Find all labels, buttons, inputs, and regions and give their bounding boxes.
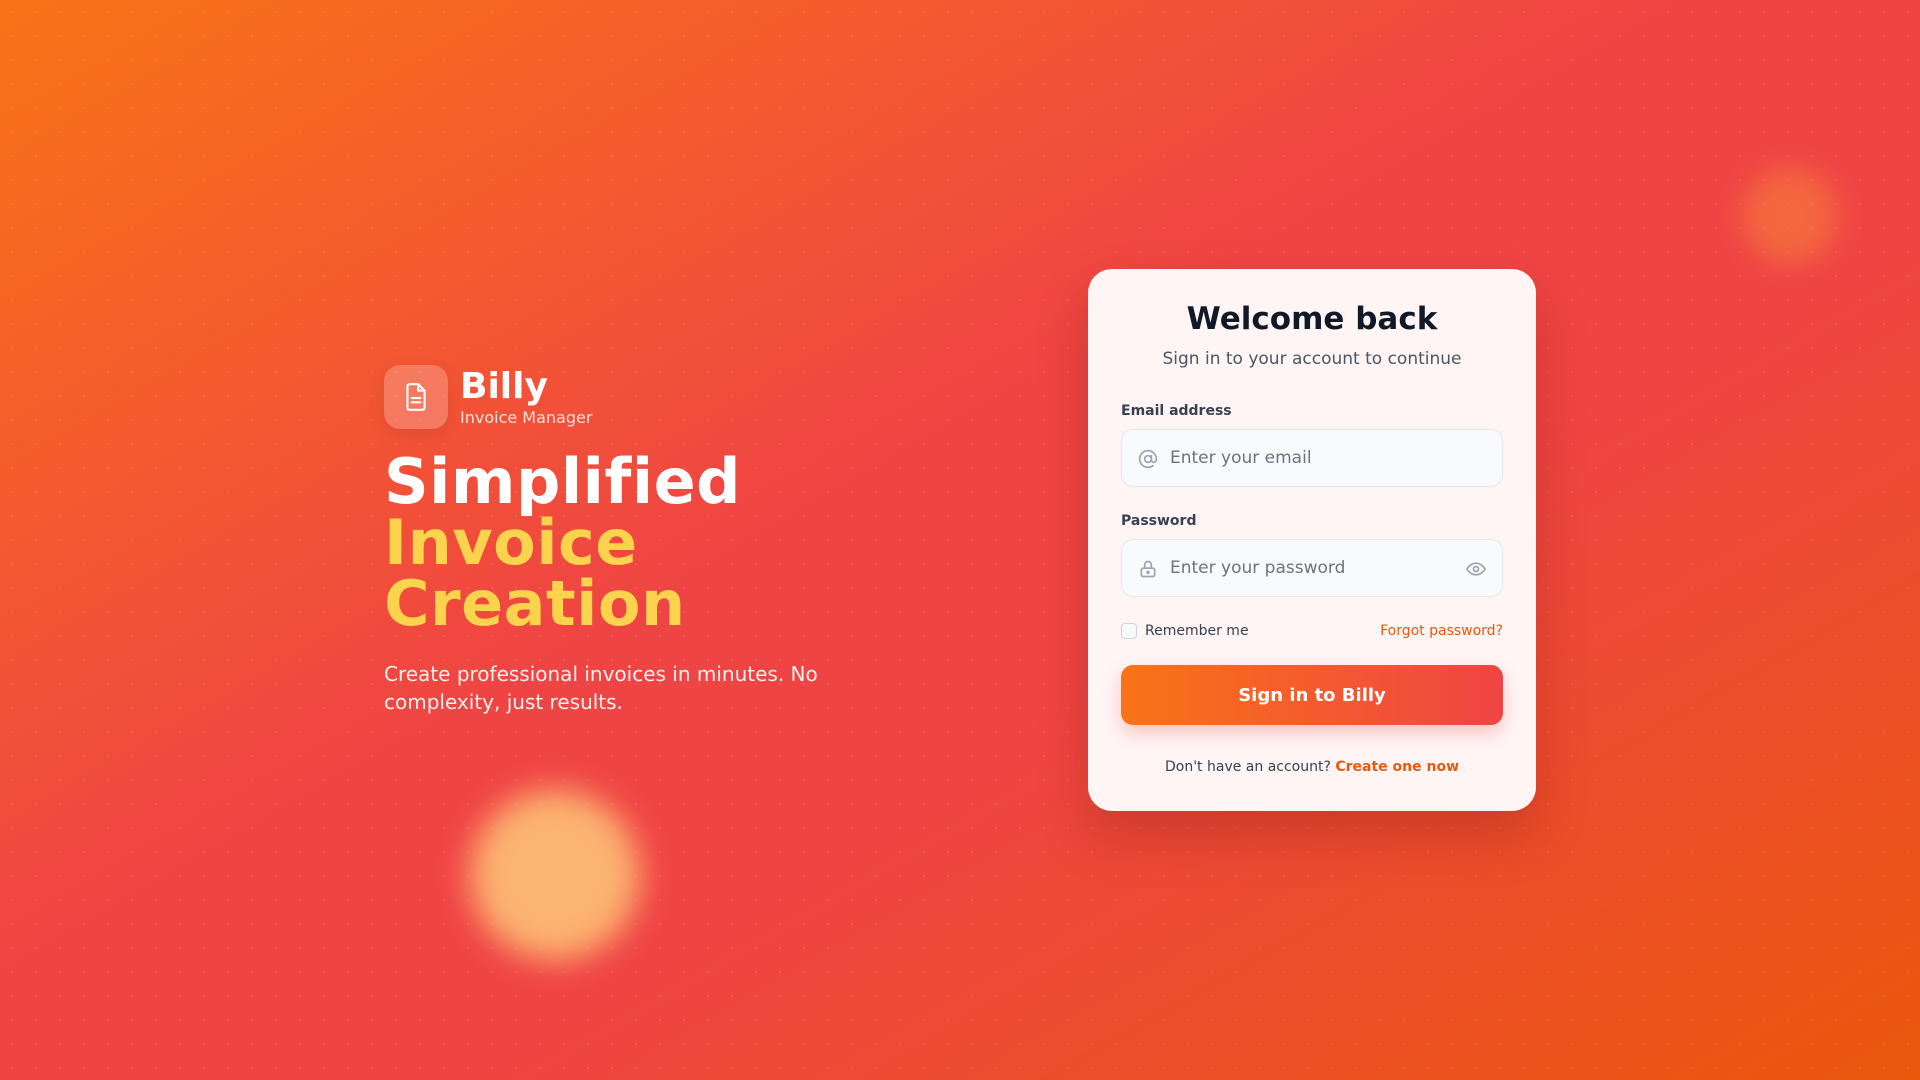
hero-section: Billy Invoice Manager Simplified Invoice… xyxy=(384,365,904,716)
login-card: Welcome back Sign in to your account to … xyxy=(1088,269,1536,811)
headline-line-3: Creation xyxy=(384,567,686,640)
headline-line-1: Simplified xyxy=(384,445,742,518)
login-title: Welcome back xyxy=(1186,301,1438,337)
remember-me[interactable]: Remember me xyxy=(1121,623,1249,639)
decorative-glow-blob xyxy=(470,790,640,960)
hero-headline: Simplified Invoice Creation xyxy=(384,445,904,640)
headline-line-2: Invoice xyxy=(384,506,638,579)
document-icon xyxy=(406,383,426,411)
decorative-glow-blob-small xyxy=(1742,168,1838,264)
forgot-password-link[interactable]: Forgot password? xyxy=(1380,623,1503,639)
password-field-wrapper xyxy=(1121,539,1503,597)
create-account-link[interactable]: Create one now xyxy=(1335,759,1459,775)
eye-icon[interactable] xyxy=(1466,559,1486,579)
options-row: Remember me Forgot password? xyxy=(1121,623,1503,639)
password-label: Password xyxy=(1121,513,1197,529)
email-input[interactable] xyxy=(1122,430,1502,486)
dot-pattern-background xyxy=(0,0,1920,1080)
sign-in-button[interactable]: Sign in to Billy xyxy=(1121,665,1503,725)
brand-subtitle: Invoice Manager xyxy=(460,407,593,427)
brand-name: Billy xyxy=(460,365,548,407)
remember-me-label: Remember me xyxy=(1145,623,1249,639)
at-sign-icon xyxy=(1138,449,1158,469)
email-label: Email address xyxy=(1121,403,1232,419)
signup-prompt-text: Don't have an account? xyxy=(1164,759,1331,775)
signup-prompt: Don't have an account? Create one now xyxy=(1121,759,1503,775)
brand: Billy Invoice Manager xyxy=(384,365,904,429)
remember-me-checkbox[interactable] xyxy=(1121,623,1137,639)
logo-badge xyxy=(384,365,448,429)
password-input[interactable] xyxy=(1122,540,1502,596)
hero-tagline: Create professional invoices in minutes.… xyxy=(384,662,818,714)
login-subtitle: Sign in to your account to continue xyxy=(1162,349,1462,369)
lock-icon xyxy=(1140,560,1156,578)
email-field-wrapper xyxy=(1121,429,1503,487)
brand-text: Billy Invoice Manager xyxy=(460,365,593,427)
